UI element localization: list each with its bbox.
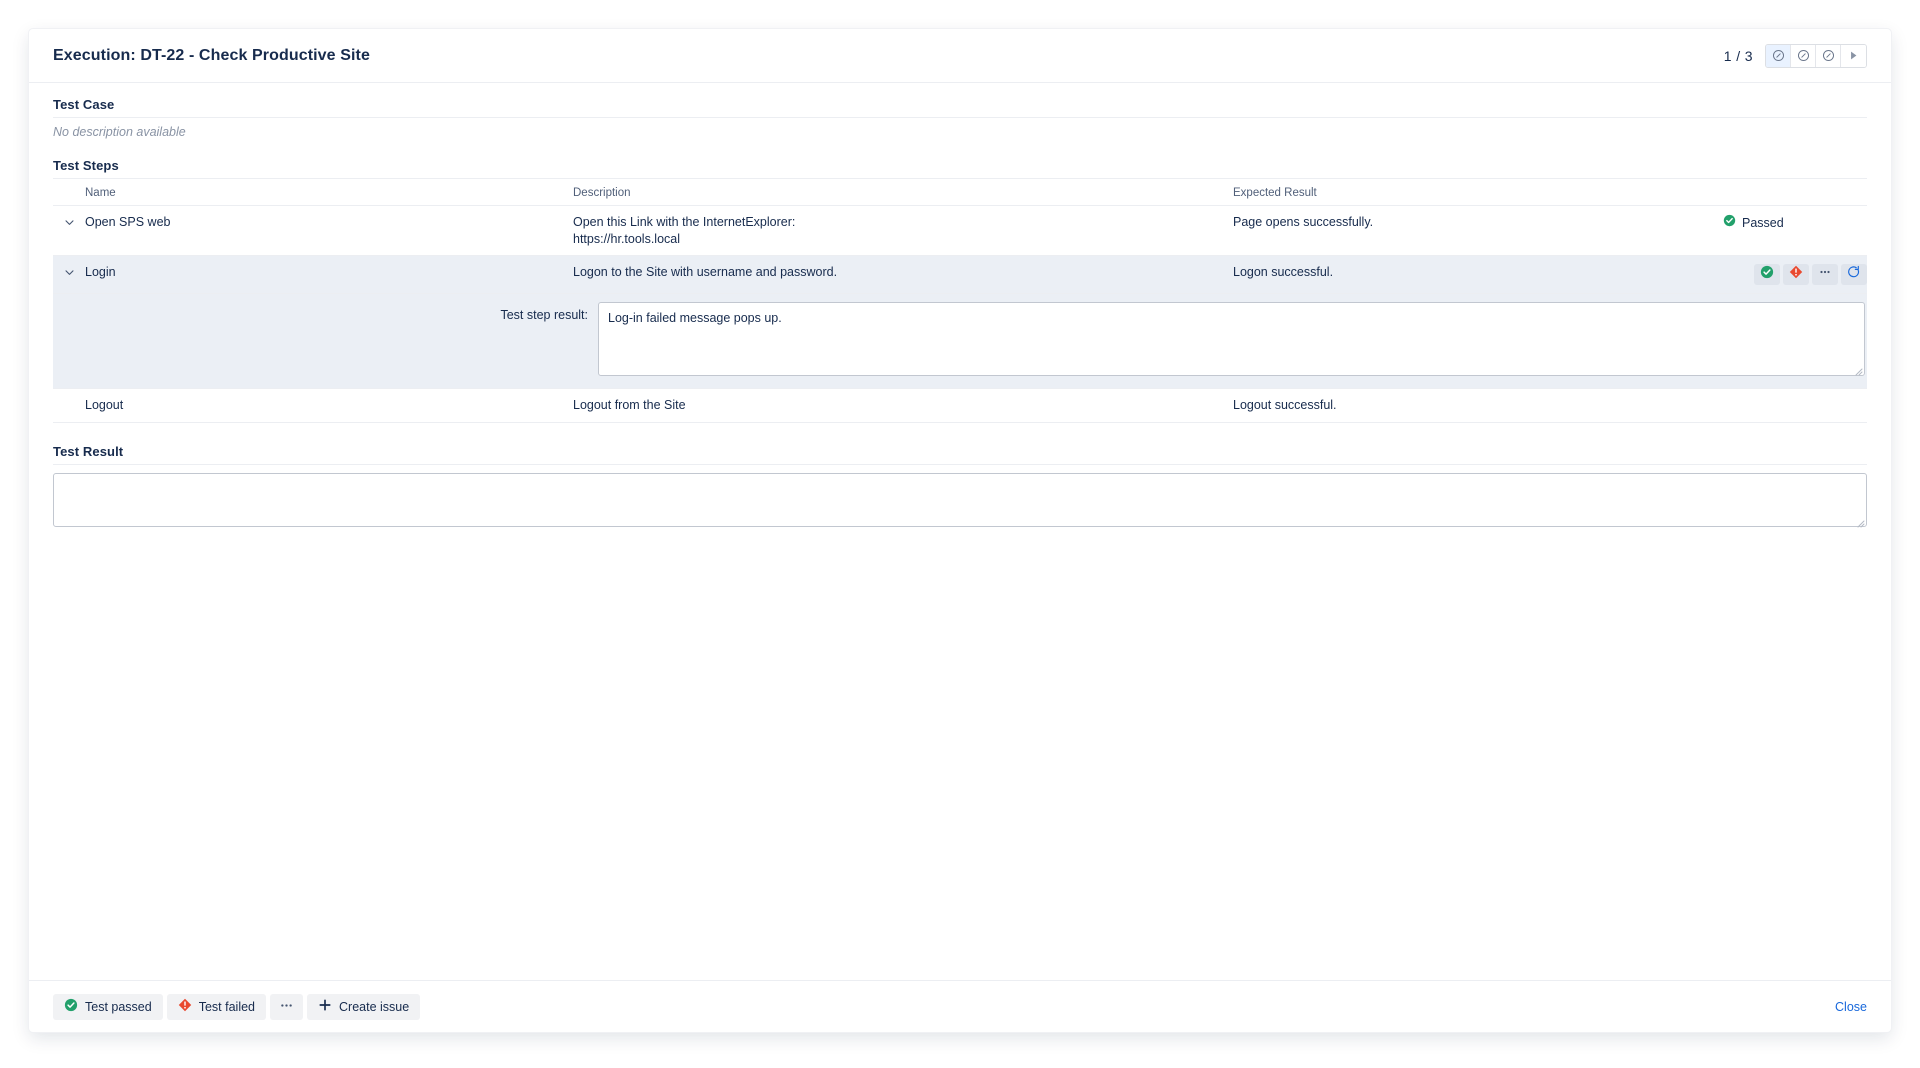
next-execution-button[interactable] [1841,44,1866,67]
status-circle-2-button[interactable] [1791,44,1816,67]
step-name-label: Login [85,265,116,279]
step-status-cell [1723,388,1867,423]
more-options-button[interactable] [270,993,303,1020]
dialog-header: Execution: DT-22 - Check Productive Site… [29,29,1891,83]
table-row[interactable]: Open SPS web Open this Link with the Int… [53,205,1867,256]
execution-dialog: Execution: DT-22 - Check Productive Site… [29,29,1891,1032]
header-right-controls: 1 / 3 [1723,43,1867,68]
column-header-expected-result: Expected Result [1233,179,1723,206]
step-more-options-button[interactable] [1812,264,1838,285]
ellipsis-icon [1818,265,1832,284]
execution-nav-group [1765,43,1867,68]
test-failed-button[interactable]: Test failed [166,993,266,1020]
circle-slash-icon [1822,49,1835,62]
step-expected-result-cell: Logon successful. [1233,255,1723,294]
step-description-cell: Logout from the Site [573,388,1233,423]
column-header-actions [1723,179,1867,206]
dialog-footer: Test passed Test failed Create issue Clo… [29,980,1891,1032]
step-name-cell: Login [53,255,573,294]
test-steps-heading: Test Steps [53,158,1867,179]
step-result-textarea[interactable] [598,302,1865,376]
screenshot-root: Execution: DT-22 - Check Productive Site… [0,0,1920,1068]
create-issue-label: Create issue [339,999,410,1014]
test-steps-table: Name Description Expected Result Open SP… [53,179,1867,423]
step-result-row: Test step result: [53,293,1867,389]
step-result-label: Test step result: [500,308,588,322]
step-status-cell: Passed [1723,205,1867,256]
play-next-icon [1847,49,1860,62]
test-result-textarea[interactable] [53,472,1867,527]
test-result-section: Test Result [53,444,1867,527]
failed-diamond-icon [1789,265,1803,284]
refresh-circle-icon [1847,265,1861,284]
step-name-label: Open SPS web [85,215,171,229]
step-description-line1: Open this Link with the InternetExplorer… [573,215,796,229]
test-passed-button[interactable]: Test passed [53,993,163,1020]
step-description-cell: Logon to the Site with username and pass… [573,255,1233,294]
status-label: Passed [1742,215,1784,230]
check-circle-icon [1723,214,1736,232]
test-steps-section: Test Steps Name Description Expected Res… [53,158,1867,423]
column-header-name: Name [53,179,573,206]
check-circle-icon [64,998,78,1015]
ellipsis-icon [279,998,294,1016]
execution-page-count: 1 / 3 [1723,47,1753,64]
test-failed-label: Test failed [198,999,255,1014]
status-circle-1-button[interactable] [1766,44,1791,67]
check-circle-icon [1760,265,1774,284]
test-case-heading: Test Case [53,97,1867,118]
step-expected-result-cell: Page opens successfully. [1233,205,1723,256]
table-header-row: Name Description Expected Result [53,179,1867,206]
status-circle-3-button[interactable] [1816,44,1841,67]
step-expected-result-cell: Logout successful. [1233,388,1723,423]
mark-step-failed-button[interactable] [1783,264,1809,285]
test-case-description: No description available [53,125,186,139]
step-description-line2: https://hr.tools.local [573,231,681,246]
step-actions-cell [1723,255,1867,294]
chevron-down-icon[interactable] [62,215,76,229]
circle-slash-icon [1772,49,1785,62]
test-result-field-wrapper [53,472,1867,527]
step-name-cell: Logout [53,388,573,423]
mark-step-passed-button[interactable] [1754,264,1780,285]
page-title: Execution: DT-22 - Check Productive Site [53,46,370,64]
column-header-description: Description [573,179,1233,206]
create-issue-button[interactable]: Create issue [307,993,421,1020]
table-row[interactable]: Login Logon to the Site with username an… [53,255,1867,294]
step-result-field-wrapper [598,302,1865,376]
step-name-cell: Open SPS web [53,205,573,256]
footer-action-buttons: Test passed Test failed Create issue [53,993,421,1020]
chevron-down-icon[interactable] [62,265,76,279]
status-badge: Passed [1723,214,1784,232]
step-description-cell: Open this Link with the InternetExplorer… [573,205,1233,256]
plus-icon [318,998,332,1015]
step-action-buttons [1723,264,1867,285]
table-row[interactable]: Logout Logout from the Site Logout succe… [53,388,1867,423]
reset-step-status-button[interactable] [1841,264,1867,285]
dialog-body: Test Case No description available Test … [29,83,1891,980]
close-button[interactable]: Close [1835,1000,1867,1014]
circle-slash-icon [1797,49,1810,62]
failed-diamond-icon [178,998,192,1015]
step-name-label: Logout [85,398,124,412]
test-passed-label: Test passed [85,999,152,1014]
test-result-heading: Test Result [53,444,1867,465]
